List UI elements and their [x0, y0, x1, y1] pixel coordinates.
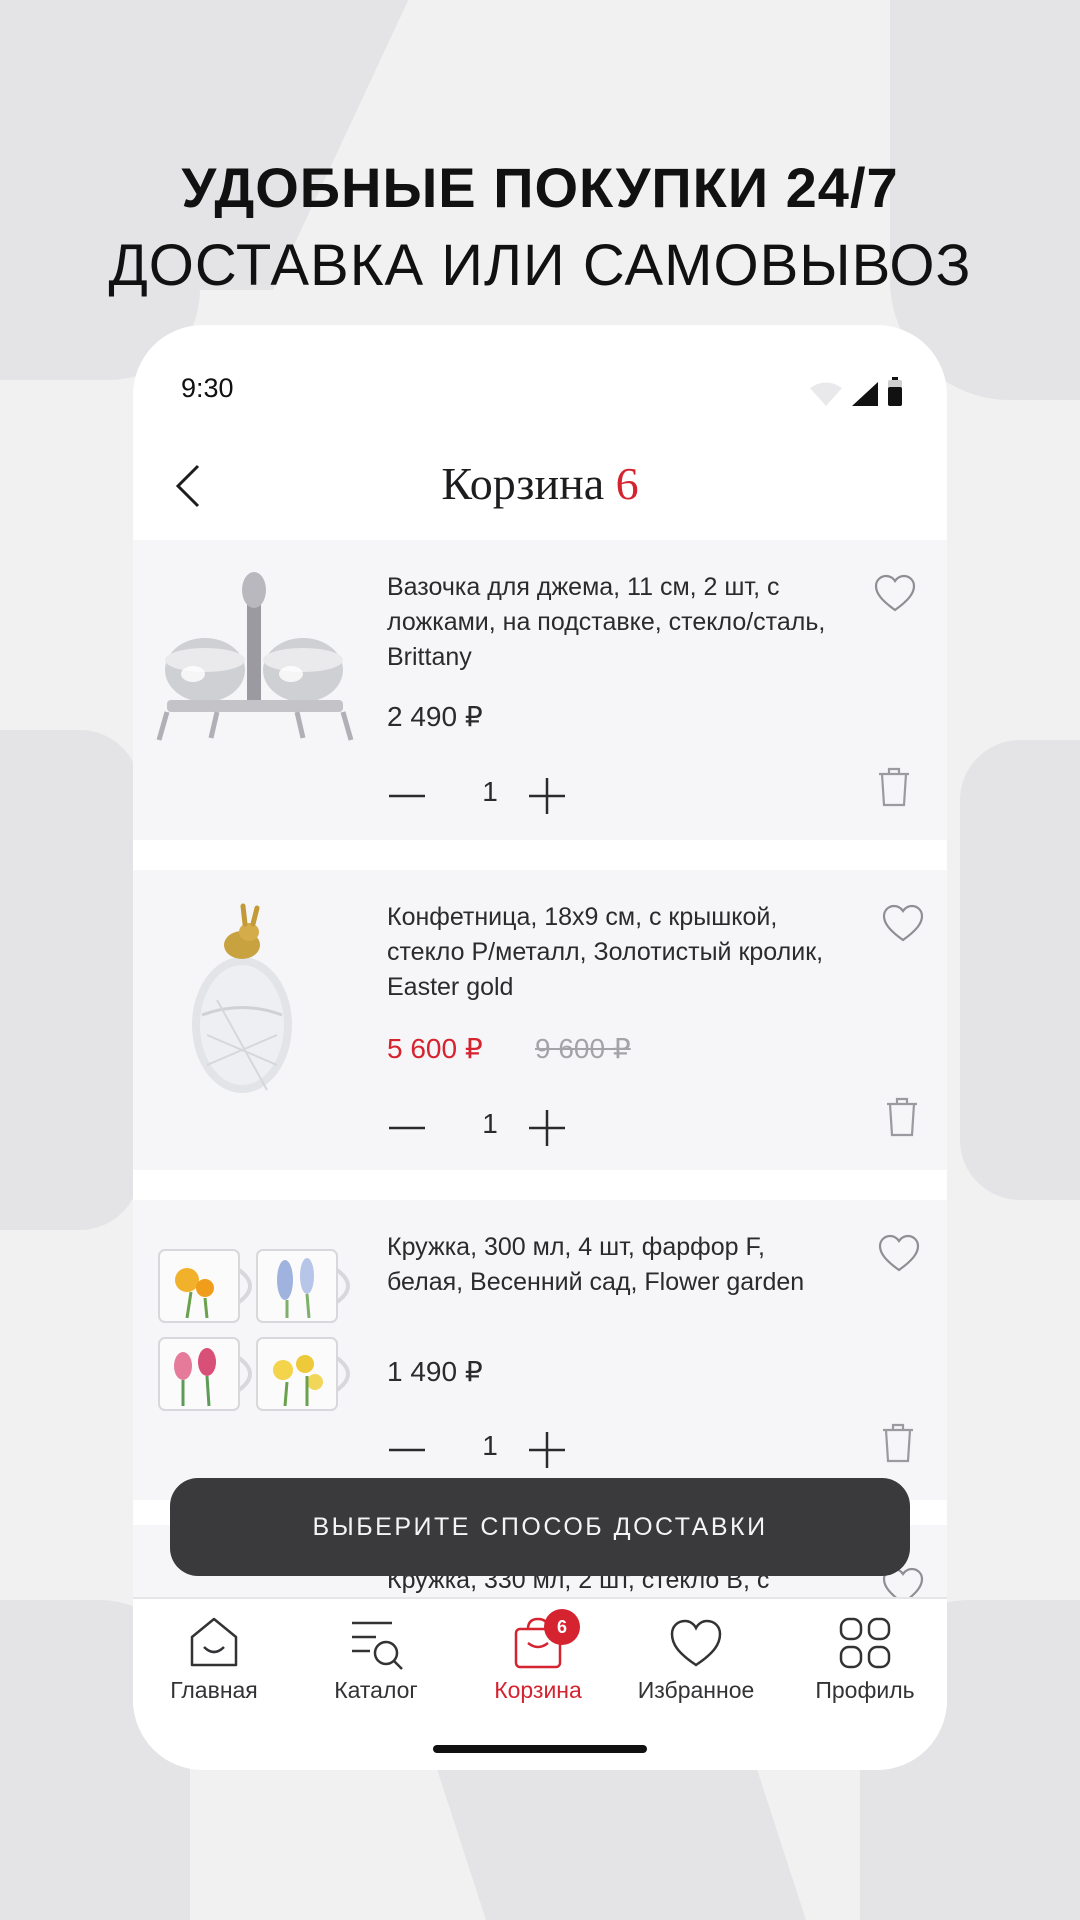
page-title: Корзина 6 [133, 457, 947, 510]
tab-label: Профиль [815, 1677, 915, 1703]
headline-line-2: ДОСТАВКА ИЛИ САМОВЫВОЗ [108, 233, 972, 298]
plus-button[interactable] [527, 1108, 567, 1148]
delete-button[interactable] [879, 1422, 917, 1464]
minus-button[interactable] [387, 1430, 427, 1470]
headline-line-1: УДОБНЫЕ ПОКУПКИ 24/7 [181, 156, 899, 219]
heart-outline-icon [882, 904, 924, 942]
tab-cart[interactable]: 6 Корзина [463, 1609, 613, 1704]
quantity-value: 1 [482, 776, 498, 807]
quantity-stepper: 1 [387, 770, 587, 820]
quantity-value: 1 [482, 1430, 498, 1461]
product-image [147, 570, 387, 770]
cart-count: 6 [615, 458, 639, 509]
quantity-stepper: 1 [387, 1102, 587, 1152]
heart-icon [668, 1615, 724, 1671]
product-name[interactable]: Конфетница, 18х9 см, с крышкой, стекло Р… [387, 900, 827, 1005]
background-shape [0, 730, 140, 1230]
trash-icon [879, 767, 909, 807]
delete-button[interactable] [883, 1096, 921, 1138]
tab-label: Избранное [637, 1677, 755, 1703]
trash-icon [883, 1423, 913, 1463]
home-indicator [433, 1745, 647, 1753]
grid-icon [837, 1615, 893, 1671]
heart-outline-icon [878, 1234, 920, 1272]
page-title-text: Корзина [441, 458, 605, 509]
bottom-tab-bar: Главная Каталог 6 Корзина Избранное Проф… [133, 1597, 947, 1770]
trash-icon [887, 1097, 917, 1137]
favorite-button[interactable] [873, 572, 917, 616]
cart-badge: 6 [544, 1609, 580, 1645]
favorite-button[interactable] [877, 1232, 921, 1276]
product-price: 2 490 ₽ [387, 701, 483, 732]
product-old-price: 9 600 ₽ [535, 1033, 631, 1064]
cart-item: Кружка, 300 мл, 4 шт, фарфор F, белая, В… [133, 1200, 947, 1500]
cart-item: Конфетница, 18х9 см, с крышкой, стекло Р… [133, 870, 947, 1170]
tab-favorites[interactable]: Избранное [621, 1615, 771, 1704]
top-navigation: Корзина 6 [133, 435, 947, 535]
tab-label: Каталог [334, 1677, 418, 1703]
product-image [147, 900, 387, 1100]
catalog-search-icon [348, 1615, 404, 1671]
product-image [147, 1230, 387, 1430]
product-name[interactable]: Кружка, 300 мл, 4 шт, фарфор F, белая, В… [387, 1230, 827, 1300]
plus-button[interactable] [527, 776, 567, 816]
plus-button[interactable] [527, 1430, 567, 1470]
battery-icon [888, 377, 902, 406]
background-shape [960, 740, 1080, 1200]
product-sale-price: 5 600 ₽ [387, 1033, 483, 1064]
product-price: 1 490 ₽ [387, 1356, 483, 1387]
tab-home[interactable]: Главная [139, 1615, 289, 1704]
tab-label: Корзина [494, 1677, 582, 1703]
minus-button[interactable] [387, 1108, 427, 1148]
cart-bag-icon: 6 [510, 1609, 580, 1671]
cart-item: Вазочка для джема, 11 см, 2 шт, с ложкам… [133, 540, 947, 840]
favorite-button[interactable] [881, 902, 925, 946]
minus-button[interactable] [387, 776, 427, 816]
signal-icon [852, 382, 878, 406]
wifi-icon [810, 382, 842, 406]
home-icon [186, 1615, 242, 1671]
promo-headline: УДОБНЫЕ ПОКУПКИ 24/7 ДОСТАВКА ИЛИ САМОВЫ… [0, 155, 1080, 299]
delete-button[interactable] [875, 766, 913, 808]
status-bar: 9:30 [133, 325, 947, 435]
choose-delivery-button[interactable]: ВЫБЕРИТЕ СПОСОБ ДОСТАВКИ [170, 1478, 910, 1576]
quantity-value: 1 [482, 1108, 498, 1139]
phone-screen: 9:30 Корзина 6 Вазочка для джема, 11 см,… [133, 325, 947, 1770]
tab-catalog[interactable]: Каталог [301, 1615, 451, 1704]
status-time: 9:30 [181, 373, 234, 403]
status-icons [809, 377, 903, 407]
tab-profile[interactable]: Профиль [790, 1615, 940, 1704]
tab-label: Главная [170, 1677, 258, 1703]
quantity-stepper: 1 [387, 1424, 587, 1474]
heart-outline-icon [874, 574, 916, 612]
product-name[interactable]: Вазочка для джема, 11 см, 2 шт, с ложкам… [387, 570, 827, 675]
